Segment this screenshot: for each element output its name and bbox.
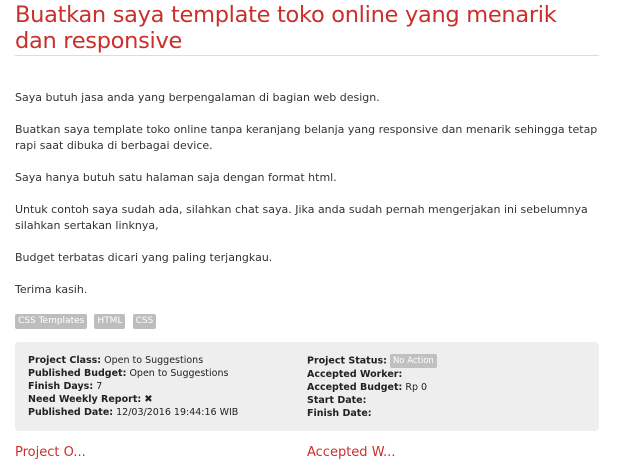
description-paragraph: Saya butuh jasa anda yang berpengalaman … — [15, 91, 380, 104]
weekly-report-row: Need Weekly Report: ✖ — [28, 393, 307, 406]
accepted-worker-heading: Accepted W... — [307, 445, 396, 460]
start-date-row: Start Date: — [307, 394, 586, 407]
description-paragraph: Terima kasih. — [15, 283, 88, 296]
finish-days-value: 7 — [96, 381, 103, 392]
details-right-column: Project Status: No Action Accepted Worke… — [307, 354, 586, 420]
description-paragraph: Saya hanya butuh satu halaman saja denga… — [15, 171, 337, 184]
tag-html[interactable]: HTML — [94, 314, 126, 329]
tag-list: CSS Templates HTML CSS — [15, 314, 599, 330]
accepted-budget-value: Rp 0 — [405, 382, 428, 393]
project-status-row: Project Status: No Action — [307, 354, 586, 368]
weekly-report-label: Need Weekly Report: — [28, 394, 142, 405]
published-date-value: 12/03/2016 19:44:16 WIB — [116, 407, 239, 418]
start-date-label: Start Date: — [307, 395, 367, 406]
tag-css[interactable]: CSS — [132, 314, 157, 329]
accepted-worker-row: Accepted Worker: — [307, 368, 586, 381]
project-details-panel: Project Class: Open to Suggestions Publi… — [15, 342, 599, 431]
description-paragraph: Budget terbatas dicari yang paling terja… — [15, 251, 273, 264]
details-left-column: Project Class: Open to Suggestions Publi… — [28, 354, 307, 420]
project-class-label: Project Class: — [28, 355, 102, 366]
finish-days-label: Finish Days: — [28, 381, 94, 392]
project-class-row: Project Class: Open to Suggestions — [28, 354, 307, 367]
cross-icon: ✖ — [144, 394, 153, 405]
title-divider — [15, 55, 599, 56]
project-page: Buatkan saya template toko online yang m… — [15, 0, 599, 461]
accepted-worker-label: Accepted Worker: — [307, 369, 403, 380]
published-budget-label: Published Budget: — [28, 368, 127, 379]
finish-date-row: Finish Date: — [307, 407, 586, 420]
status-badge: No Action — [389, 354, 437, 368]
project-owner-heading: Project O... — [15, 445, 86, 460]
description-paragraph: Buatkan saya template toko online tanpa … — [15, 123, 598, 152]
bottom-sections: Project O... Accepted W... — [15, 445, 599, 461]
project-status-label: Project Status: — [307, 355, 387, 367]
published-budget-value: Open to Suggestions — [129, 368, 229, 379]
project-description: Saya butuh jasa anda yang berpengalaman … — [15, 90, 599, 298]
accepted-budget-row: Accepted Budget: Rp 0 — [307, 381, 586, 394]
finish-date-label: Finish Date: — [307, 408, 372, 419]
published-budget-row: Published Budget: Open to Suggestions — [28, 367, 307, 380]
project-class-value: Open to Suggestions — [104, 355, 204, 366]
published-date-label: Published Date: — [28, 407, 114, 418]
tag-css-templates[interactable]: CSS Templates — [15, 314, 88, 329]
accepted-budget-label: Accepted Budget: — [307, 382, 403, 393]
published-date-row: Published Date: 12/03/2016 19:44:16 WIB — [28, 406, 307, 419]
finish-days-row: Finish Days: 7 — [28, 380, 307, 393]
description-paragraph: Untuk contoh saya sudah ada, silahkan ch… — [15, 203, 588, 232]
project-title: Buatkan saya template toko online yang m… — [15, 2, 557, 54]
